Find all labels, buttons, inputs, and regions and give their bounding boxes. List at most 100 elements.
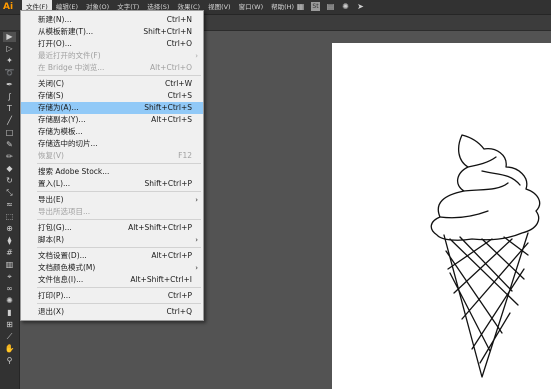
- menu-item-shortcut: Alt+Shift+Ctrl+P: [128, 223, 192, 232]
- menu-separator: [37, 287, 201, 288]
- menu-item-label: 导出所选项目...: [38, 207, 91, 216]
- send-icon[interactable]: ➤: [356, 2, 365, 11]
- lasso-icon[interactable]: ➰: [3, 68, 16, 78]
- menu-window[interactable]: 窗口(W): [235, 0, 268, 14]
- menu-help[interactable]: 帮助(H): [267, 0, 298, 14]
- blend-tool-icon[interactable]: ∞: [3, 284, 16, 294]
- rectangle-tool-icon[interactable]: □: [3, 128, 16, 138]
- pen-tool-icon[interactable]: ✒: [3, 80, 16, 90]
- menu-item-save[interactable]: 存储(S) Ctrl+S: [21, 90, 203, 102]
- menu-item-label: 文档设置(D)...: [38, 251, 87, 260]
- menu-item-label: 在 Bridge 中浏览...: [38, 63, 105, 72]
- column-graph-icon[interactable]: ▮: [3, 308, 16, 318]
- menu-item-label: 从模板新建(T)...: [38, 27, 94, 36]
- menu-view[interactable]: 视图(V): [204, 0, 235, 14]
- menu-item-browse-bridge[interactable]: 在 Bridge 中浏览... Alt+Ctrl+O: [21, 62, 203, 74]
- layout-icon[interactable]: ▤: [326, 2, 335, 11]
- curvature-tool-icon[interactable]: ∫: [3, 92, 16, 102]
- menu-item-new[interactable]: 新建(N)... Ctrl+N: [21, 14, 203, 26]
- menu-item-print[interactable]: 打印(P)... Ctrl+P: [21, 290, 203, 302]
- menu-separator: [37, 191, 201, 192]
- menu-item-shortcut: Ctrl+W: [164, 79, 192, 88]
- menu-item-document-color-mode[interactable]: 文档颜色模式(M) ›: [21, 262, 203, 274]
- menu-item-package[interactable]: 打包(G)... Alt+Shift+Ctrl+P: [21, 222, 203, 234]
- menu-item-save-as[interactable]: 存储为(A)... Shift+Ctrl+S: [21, 102, 203, 114]
- menu-item-open[interactable]: 打开(O)... Ctrl+O: [21, 38, 203, 50]
- stock-icon[interactable]: St: [311, 2, 320, 11]
- free-transform-icon[interactable]: ⬚: [3, 212, 16, 222]
- menu-item-revert[interactable]: 恢复(V) F12: [21, 150, 203, 162]
- menu-separator: [37, 247, 201, 248]
- menu-separator: [37, 75, 201, 76]
- menu-item-label: 关闭(C): [38, 79, 65, 88]
- menu-item-new-from-template[interactable]: 从模板新建(T)... Shift+Ctrl+N: [21, 26, 203, 38]
- menu-item-label: 退出(X): [38, 307, 64, 316]
- menu-item-shortcut: Ctrl+P: [167, 291, 192, 300]
- menu-separator: [37, 303, 201, 304]
- artboard-tool-icon[interactable]: ⊞: [3, 320, 16, 330]
- menu-item-shortcut: Shift+Ctrl+P: [144, 179, 192, 188]
- star-burst-icon[interactable]: ✺: [341, 2, 350, 11]
- magic-wand-icon[interactable]: ✦: [3, 56, 16, 66]
- menu-item-label: 最近打开的文件(F): [38, 51, 101, 60]
- direct-selection-tool-icon[interactable]: ▷: [3, 44, 16, 54]
- paintbrush-icon[interactable]: ✎: [3, 140, 16, 150]
- eraser-icon[interactable]: ◆: [3, 164, 16, 174]
- menu-item-label: 存储选中的切片...: [38, 139, 98, 148]
- width-tool-icon[interactable]: ≈: [3, 200, 16, 210]
- symbol-sprayer-icon[interactable]: ✺: [3, 296, 16, 306]
- mesh-tool-icon[interactable]: #: [3, 248, 16, 258]
- slice-tool-icon[interactable]: ⟋: [3, 332, 16, 342]
- menu-item-recent-files[interactable]: 最近打开的文件(F) ›: [21, 50, 203, 62]
- menu-item-label: 恢复(V): [38, 151, 64, 160]
- pencil-icon[interactable]: ✏: [3, 152, 16, 162]
- menu-item-document-setup[interactable]: 文档设置(D)... Alt+Ctrl+P: [21, 250, 203, 262]
- type-tool-icon[interactable]: T: [3, 104, 16, 114]
- scale-tool-icon[interactable]: ⤡: [3, 188, 16, 198]
- submenu-arrow-icon: ›: [195, 196, 198, 204]
- rotate-tool-icon[interactable]: ↻: [3, 176, 16, 186]
- menu-item-label: 脚本(R): [38, 235, 65, 244]
- menu-item-label: 存储为(A)...: [38, 103, 79, 112]
- selection-tool-icon[interactable]: ▶: [3, 32, 16, 42]
- menu-item-save-as-template[interactable]: 存储为模板...: [21, 126, 203, 138]
- menu-item-label: 文档颜色模式(M): [38, 263, 96, 272]
- shape-builder-icon[interactable]: ⊕: [3, 224, 16, 234]
- menu-item-search-adobe-stock[interactable]: 搜索 Adobe Stock...: [21, 166, 203, 178]
- menu-item-export[interactable]: 导出(E) ›: [21, 194, 203, 206]
- line-tool-icon[interactable]: ╱: [3, 116, 16, 126]
- grid-icon[interactable]: ▦: [296, 2, 305, 11]
- menu-item-shortcut: Ctrl+Q: [166, 307, 192, 316]
- menu-separator: [37, 219, 201, 220]
- menu-item-exit[interactable]: 退出(X) Ctrl+Q: [21, 306, 203, 318]
- app-logo: Ai: [3, 2, 14, 12]
- perspective-grid-icon[interactable]: ⧫: [3, 236, 16, 246]
- menu-item-close[interactable]: 关闭(C) Ctrl+W: [21, 78, 203, 90]
- menu-item-label: 存储(S): [38, 91, 64, 100]
- top-icons: ▦ St ▤ ✺ ➤: [296, 2, 365, 11]
- menu-item-scripts[interactable]: 脚本(R) ›: [21, 234, 203, 246]
- menu-item-label: 存储为模板...: [38, 127, 83, 136]
- menu-item-save-copy[interactable]: 存储副本(Y)... Alt+Ctrl+S: [21, 114, 203, 126]
- menu-item-shortcut: Ctrl+S: [167, 91, 192, 100]
- artboard[interactable]: [332, 43, 551, 389]
- menu-item-save-selected-slices[interactable]: 存储选中的切片...: [21, 138, 203, 150]
- menu-item-label: 搜索 Adobe Stock...: [38, 167, 110, 176]
- menu-item-shortcut: Shift+Ctrl+S: [144, 103, 192, 112]
- menu-item-file-info[interactable]: 文件信息(I)... Alt+Shift+Ctrl+I: [21, 274, 203, 286]
- menu-item-place[interactable]: 置入(L)... Shift+Ctrl+P: [21, 178, 203, 190]
- menu-item-label: 文件信息(I)...: [38, 275, 84, 284]
- menu-item-export-selection[interactable]: 导出所选项目...: [21, 206, 203, 218]
- hand-tool-icon[interactable]: ✋: [3, 344, 16, 354]
- zoom-tool-icon[interactable]: ⚲: [3, 356, 16, 366]
- menu-item-shortcut: Ctrl+N: [166, 15, 192, 24]
- ice-cream-drawing: [430, 134, 541, 378]
- menu-item-label: 置入(L)...: [38, 179, 71, 188]
- menu-item-shortcut: Ctrl+O: [166, 39, 192, 48]
- submenu-arrow-icon: ›: [195, 264, 198, 272]
- menu-item-label: 导出(E): [38, 195, 64, 204]
- eyedropper-icon[interactable]: ⌖: [3, 272, 16, 282]
- menu-item-shortcut: Alt+Shift+Ctrl+I: [130, 275, 192, 284]
- menu-item-label: 打印(P)...: [38, 291, 71, 300]
- gradient-tool-icon[interactable]: ▥: [3, 260, 16, 270]
